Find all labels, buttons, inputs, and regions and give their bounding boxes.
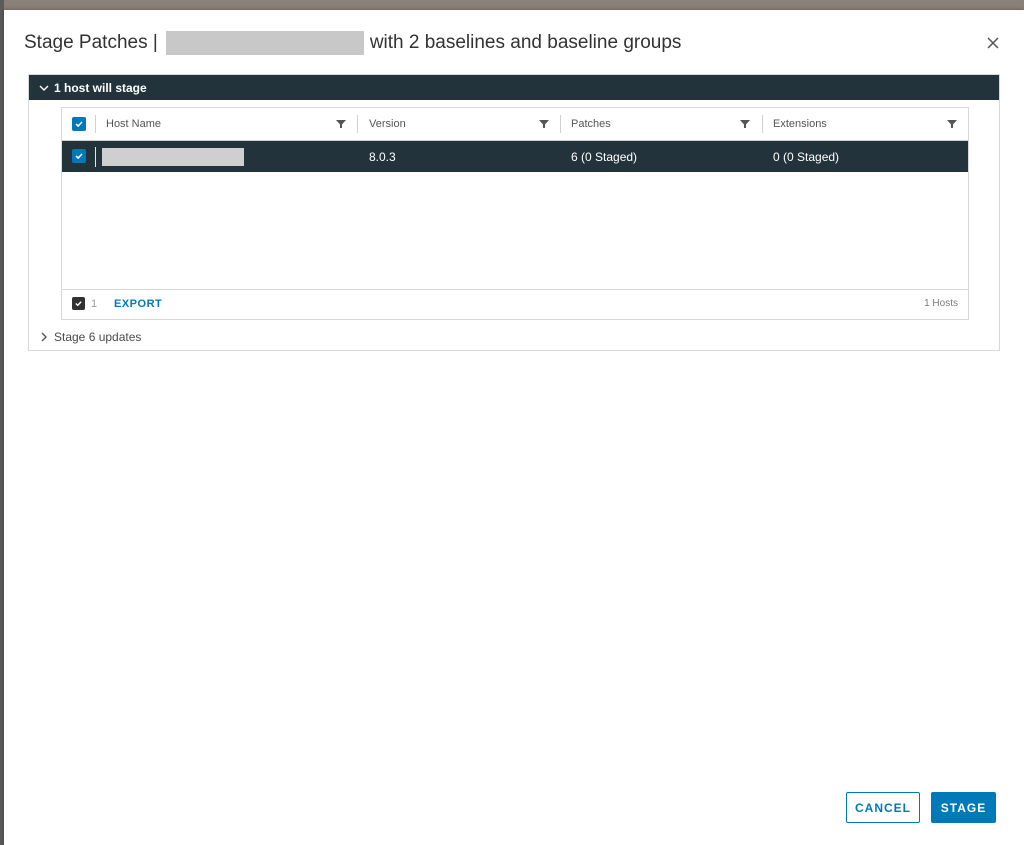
chevron-down-icon [39, 83, 49, 93]
row-select-checkbox[interactable] [72, 149, 86, 163]
hosts-section-label: 1 host will stage [54, 80, 147, 95]
updates-section-header[interactable]: Stage 6 updates [29, 324, 999, 350]
table-row[interactable]: 8.0.3 6 (0 Staged) 0 (0 Staged) [62, 141, 968, 172]
column-label-host-name: Host Name [106, 118, 162, 130]
close-button[interactable] [982, 32, 1004, 54]
select-all-checkbox[interactable] [72, 117, 86, 131]
column-label-version: Version [369, 118, 406, 130]
dialog-title-prefix: Stage Patches | [24, 32, 158, 53]
datagrid-footer: 1 EXPORT 1 Hosts [62, 289, 968, 319]
column-header-extensions[interactable]: Extensions [773, 108, 827, 140]
footer-selection-checkbox[interactable] [72, 297, 85, 310]
column-label-patches: Patches [571, 118, 611, 130]
datagrid-header: Host Name Version Patches Extensions [62, 108, 968, 141]
column-separator [95, 115, 96, 133]
updates-section-label: Stage 6 updates [54, 330, 142, 344]
cell-extensions: 0 (0 Staged) [773, 149, 840, 164]
column-separator [560, 115, 561, 133]
hosts-section-header[interactable]: 1 host will stage [29, 75, 999, 100]
dialog-title: Stage Patches | with 2 baselines and bas… [24, 30, 681, 56]
column-label-extensions: Extensions [773, 118, 827, 130]
stage-button[interactable]: STAGE [931, 792, 996, 823]
column-header-patches[interactable]: Patches [571, 108, 611, 140]
dialog-title-suffix: with 2 baselines and baseline groups [369, 32, 682, 53]
updates-section: Stage 6 updates [28, 324, 1000, 351]
filter-icon[interactable] [946, 118, 958, 130]
background-app-strip [0, 0, 1024, 10]
cell-version: 8.0.3 [369, 149, 396, 164]
chevron-right-icon [39, 332, 49, 342]
row-separator [95, 147, 96, 167]
filter-icon[interactable] [739, 118, 751, 130]
cancel-button[interactable]: CANCEL [846, 792, 920, 823]
total-hosts-count: 1 Hosts [924, 298, 958, 309]
cell-host-name [102, 141, 244, 172]
column-separator [357, 115, 358, 133]
selected-count: 1 [91, 298, 98, 310]
close-icon [987, 37, 999, 49]
filter-icon[interactable] [538, 118, 550, 130]
stage-patches-dialog: Stage Patches | with 2 baselines and bas… [4, 10, 1024, 845]
filter-icon[interactable] [335, 118, 347, 130]
hosts-datagrid: Host Name Version Patches Extensions 8.0… [61, 107, 969, 320]
checkmark-icon [75, 301, 82, 307]
dialog-header: Stage Patches | with 2 baselines and bas… [24, 30, 1004, 60]
column-header-host-name[interactable]: Host Name [106, 108, 161, 140]
redacted-cluster-name [165, 31, 364, 55]
checkmark-icon [75, 121, 83, 128]
column-separator [762, 115, 763, 133]
hosts-section: 1 host will stage Host Name Version Patc… [28, 74, 1000, 326]
column-header-version[interactable]: Version [369, 108, 406, 140]
checkmark-icon [75, 153, 83, 160]
export-button[interactable]: EXPORT [114, 298, 162, 310]
redacted-host-name [102, 147, 244, 166]
cell-patches: 6 (0 Staged) [571, 149, 638, 164]
